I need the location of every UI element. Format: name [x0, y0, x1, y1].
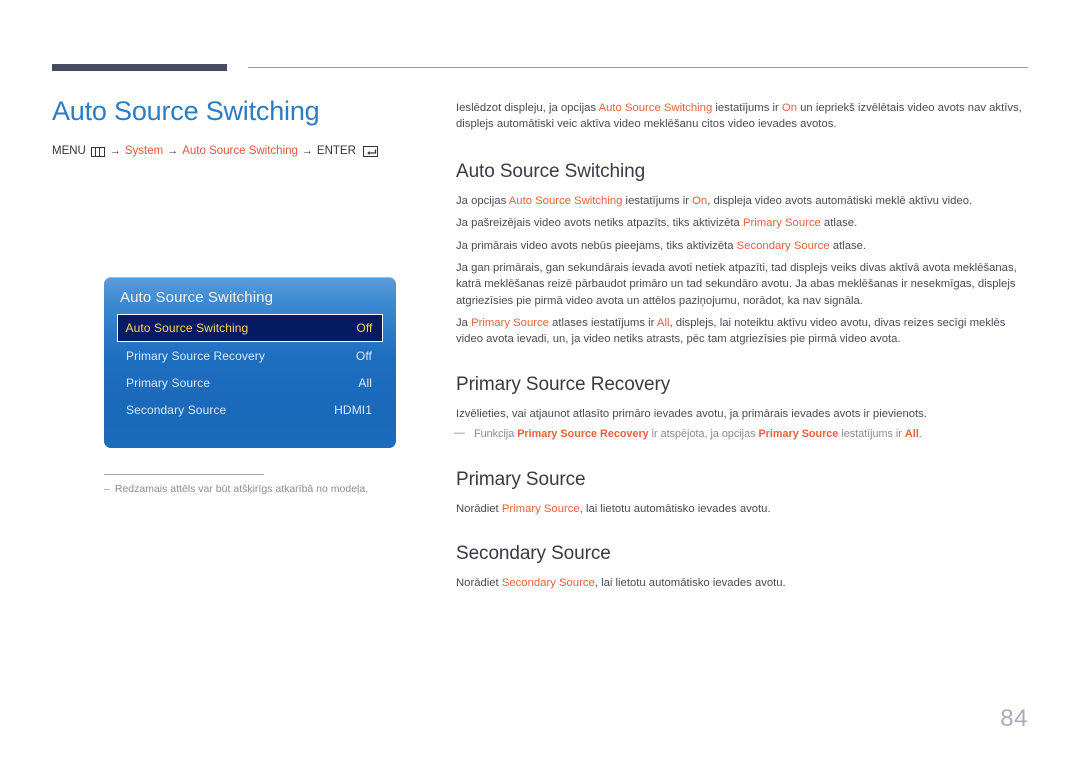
- note-dash: —: [454, 427, 465, 440]
- document-page: Auto Source Switching MENU → System → Au…: [0, 0, 1080, 763]
- para-text-a: Norādiet: [456, 577, 502, 590]
- intro-text-b: iestatījums ir: [712, 102, 782, 114]
- para-term-2: On: [692, 194, 708, 207]
- section-0-paragraph-3: Ja gan primārais, gan sekundārais ievada…: [456, 261, 1017, 307]
- intro-text-a: Ieslēdzot displeju, ja opcijas: [456, 102, 599, 114]
- para-text-a: Ja pašreizējais video avots netiks atpaz…: [456, 217, 743, 230]
- section-heading-primary-source-recovery: Primary Source Recovery: [456, 373, 671, 395]
- note-text-d: .: [918, 428, 922, 441]
- para-text-a: Ja: [456, 317, 472, 329]
- para-text-b: , lai lietotu automātisko ievades avotu.: [594, 577, 786, 590]
- para-term-1: Secondary Source: [501, 577, 595, 590]
- para-text-a: Ja primārais video avots nebūs pieejams,…: [456, 239, 737, 252]
- section-heading-primary-source: Primary Source: [456, 468, 586, 490]
- section-1-note: — Funkcija Primary Source Recovery ir ats…: [454, 427, 1028, 443]
- footnote-text: Redzamais attēls var būt atšķirīgs atkar…: [114, 483, 369, 495]
- note-body: Funkcija Primary Source Recovery ir atsp…: [464, 427, 922, 443]
- breadcrumb-menu-label: MENU: [52, 145, 86, 158]
- section-0-paragraph-4: Ja Primary Source atlases iestatījums ir…: [456, 315, 1028, 348]
- note-term-3: All: [904, 428, 919, 441]
- section-0-paragraph-0: Ja opcijas Auto Source Switching iestatī…: [456, 193, 1028, 209]
- para-text-b: atlase.: [820, 217, 858, 230]
- para-text-a: Norādiet: [456, 502, 502, 515]
- note-text-b: ir atspējota, ja opcijas: [648, 428, 759, 441]
- para-text-b: atlases iestatījums ir: [548, 317, 657, 329]
- osd-row-label: Auto Source Switching: [125, 321, 249, 335]
- page-number: 84: [1000, 705, 1028, 732]
- osd-row-label: Secondary Source: [126, 402, 227, 417]
- osd-menu-list: Auto Source Switching Off Primary Source…: [117, 314, 383, 423]
- osd-row-value: HDMI1: [334, 402, 372, 417]
- osd-row-value: All: [358, 375, 372, 390]
- para-term-1: Primary Source: [501, 502, 580, 515]
- intro-term-auto-source-switching: Auto Source Switching: [598, 102, 713, 114]
- menu-grid-icon: [90, 146, 105, 157]
- section-0-paragraph-2: Ja primārais video avots nebūs pieejams,…: [456, 238, 1028, 254]
- breadcrumb: MENU → System → Auto Source Switching → …: [52, 145, 422, 159]
- para-text-b: iestatījums ir: [622, 194, 693, 207]
- osd-menu-mock: Auto Source Switching Auto Source Switch…: [104, 277, 396, 448]
- intro-term-on: On: [781, 102, 797, 114]
- section-heading-secondary-source: Secondary Source: [456, 543, 611, 565]
- para-text-b: , lai lietotu automātisko ievades avotu.: [579, 502, 771, 515]
- osd-menu-title: Auto Source Switching: [120, 289, 274, 306]
- left-column: Auto Source Switching MENU → System → Au…: [52, 96, 422, 495]
- section-2-paragraph-0: Norādiet Primary Source, lai lietotu aut…: [456, 501, 1028, 517]
- right-column: Ieslēdzot displeju, ja opcijas Auto Sour…: [454, 100, 1028, 592]
- para-text-c: , displeja video avots automātiski meklē…: [707, 194, 973, 207]
- osd-row-primary-source-recovery[interactable]: Primary Source Recovery Off: [117, 342, 383, 369]
- left-footnote: – Redzamais attēls var būt atšķirīgs atk…: [104, 474, 434, 497]
- intro-paragraph: Ieslēdzot displeju, ja opcijas Auto Sour…: [456, 100, 1028, 133]
- osd-row-auto-source-switching[interactable]: Auto Source Switching Off: [117, 314, 383, 342]
- osd-row-label: Primary Source: [126, 375, 211, 390]
- breadcrumb-enter-label: ENTER: [316, 145, 356, 158]
- section-3-paragraph-0: Norādiet Secondary Source, lai lietotu a…: [456, 575, 1028, 591]
- note-term-2: Primary Source: [758, 428, 839, 441]
- breadcrumb-arrow-1: →: [109, 145, 121, 158]
- para-term-2: All: [656, 317, 670, 329]
- note-text-a: Funkcija: [474, 428, 518, 441]
- osd-row-label: Primary Source Recovery: [126, 348, 266, 363]
- enter-key-icon: [362, 146, 378, 158]
- note-term-1: Primary Source Recovery: [517, 428, 649, 441]
- para-term-1: Primary Source: [742, 217, 821, 230]
- osd-row-value: Off: [355, 348, 372, 363]
- para-term-1: Secondary Source: [736, 239, 830, 252]
- header-divider-line: [248, 67, 1028, 68]
- osd-row-value: Off: [356, 321, 373, 335]
- section-0-paragraph-1: Ja pašreizējais video avots netiks atpaz…: [456, 215, 1028, 231]
- note-text-c: iestatījums ir: [838, 428, 905, 441]
- header-accent-bar: [52, 64, 227, 71]
- para-text-a: Ja opcijas: [456, 194, 509, 207]
- breadcrumb-arrow-3: →: [301, 145, 313, 158]
- para-text-b: atlase.: [829, 239, 867, 252]
- breadcrumb-arrow-2: →: [167, 145, 179, 158]
- page-title: Auto Source Switching: [52, 96, 320, 126]
- breadcrumb-item-auto-source-switching[interactable]: Auto Source Switching: [182, 145, 298, 159]
- section-heading-auto-source-switching: Auto Source Switching: [456, 160, 646, 182]
- footnote-divider: [104, 474, 264, 475]
- osd-row-primary-source[interactable]: Primary Source All: [117, 369, 383, 396]
- breadcrumb-item-system[interactable]: System: [125, 145, 163, 159]
- para-term-1: Auto Source Switching: [508, 194, 623, 207]
- footnote-dash: –: [104, 483, 110, 495]
- para-term-1: Primary Source: [471, 317, 549, 329]
- section-1-paragraph-0: Izvēlieties, vai atjaunot atlasīto primā…: [456, 407, 927, 420]
- osd-row-secondary-source[interactable]: Secondary Source HDMI1: [117, 396, 383, 423]
